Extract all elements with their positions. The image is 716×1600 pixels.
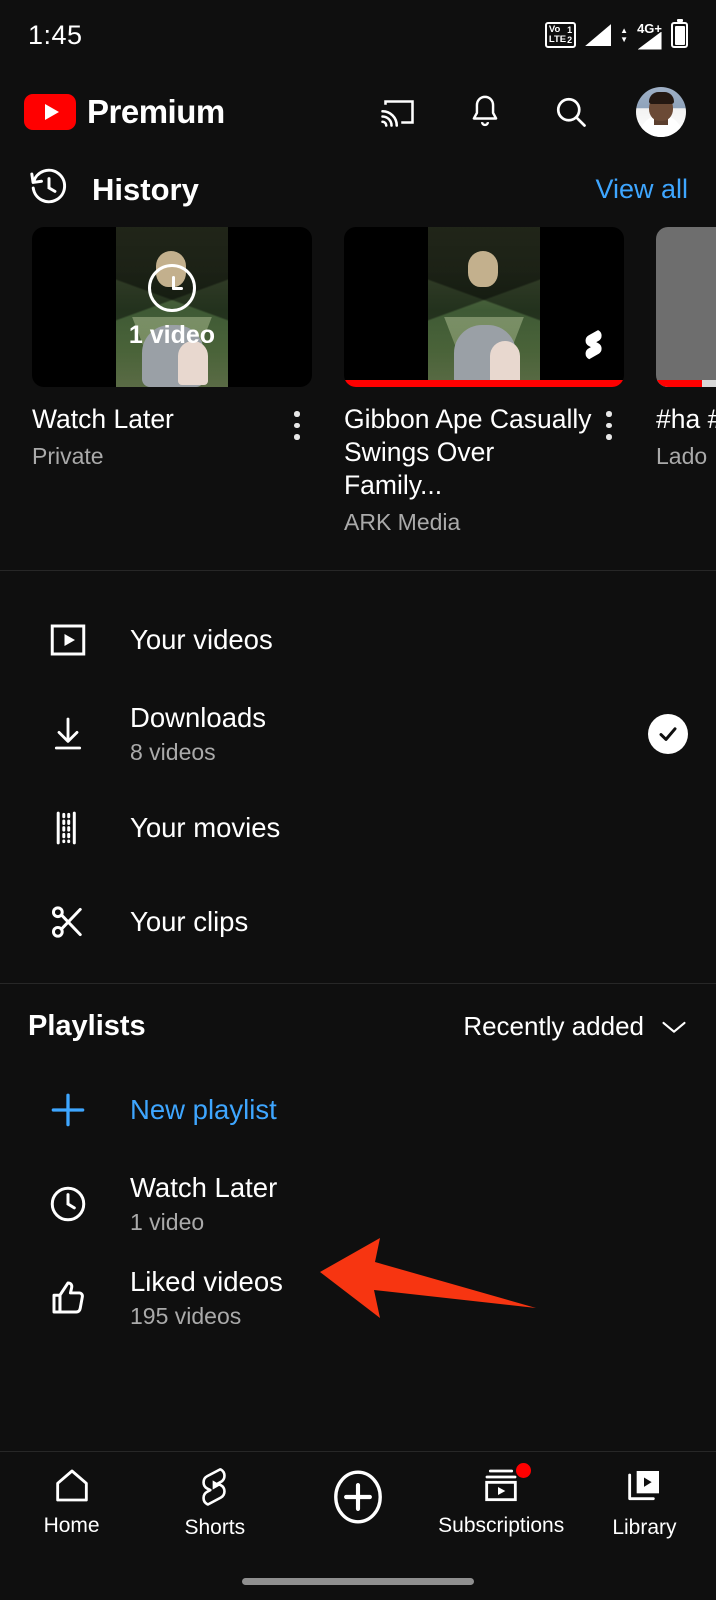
nav-item-shorts[interactable]: Shorts <box>143 1466 286 1540</box>
notification-badge <box>516 1463 531 1478</box>
history-clock-icon <box>28 166 70 213</box>
menu-item-label: Your videos <box>130 624 273 655</box>
signal-bars-icon-2 <box>638 32 662 50</box>
history-card-row[interactable]: 1 video Watch Later Private <box>0 227 716 536</box>
sim1-label: 1 <box>567 25 572 35</box>
nav-label: Home <box>44 1514 100 1538</box>
video-count-label: 1 video <box>129 321 215 350</box>
card-menu-icon[interactable] <box>282 403 312 470</box>
menu-item-label: Downloads <box>130 702 648 734</box>
film-strip-icon <box>28 807 108 849</box>
card-meta: Gibbon Ape Casually Swings Over Family..… <box>344 387 624 536</box>
check-circle-icon <box>648 714 688 754</box>
header-actions <box>378 87 692 137</box>
menu-item-your-clips[interactable]: Your clips <box>0 875 716 969</box>
playlist-label: Watch Later <box>130 1172 688 1204</box>
card-subtitle: Private <box>32 443 282 470</box>
nav-item-create[interactable] <box>286 1466 429 1528</box>
cast-icon[interactable] <box>378 91 420 133</box>
status-icons: Vo LTE 1 2 ▲▼ 4G+ <box>545 21 688 50</box>
shorts-icon <box>195 1466 235 1506</box>
create-plus-icon <box>327 1466 389 1528</box>
nav-item-library[interactable]: Library <box>573 1466 716 1540</box>
new-playlist-label: New playlist <box>130 1094 277 1125</box>
thumbs-up-icon <box>28 1277 108 1319</box>
card-meta: Watch Later Private <box>32 387 312 470</box>
card-thumbnail[interactable] <box>656 227 716 387</box>
card-title: #ha #po <box>656 403 716 436</box>
playlist-sort-dropdown[interactable]: Recently added <box>463 1011 688 1042</box>
card-subtitle: ARK Media <box>344 509 594 536</box>
card-meta: #ha #po Lado <box>656 387 716 470</box>
menu-item-label: Your clips <box>130 906 248 937</box>
scissors-icon <box>28 901 108 943</box>
history-card[interactable]: 1 video Watch Later Private <box>32 227 312 536</box>
bell-icon[interactable] <box>464 91 506 133</box>
status-time: 1:45 <box>28 20 83 51</box>
history-header: History View all <box>0 154 716 227</box>
youtube-premium-logo[interactable]: Premium <box>24 93 225 131</box>
card-title: Watch Later <box>32 403 282 436</box>
thumbnail-image <box>428 227 540 387</box>
status-bar: 1:45 Vo LTE 1 2 ▲▼ 4G+ <box>0 0 716 70</box>
battery-icon <box>671 22 688 48</box>
youtube-play-icon <box>24 94 76 130</box>
library-menu-list: Your videos Downloads 8 videos <box>0 571 716 977</box>
library-icon <box>624 1466 664 1506</box>
sim2-label: 2 <box>567 35 572 45</box>
home-icon <box>52 1466 92 1504</box>
app-header: Premium <box>0 70 716 154</box>
volte-bottom-label: LTE <box>549 35 566 45</box>
signal-bars-icon-1 <box>585 24 611 46</box>
avatar[interactable] <box>636 87 686 137</box>
playlists-title: Playlists <box>28 1010 146 1043</box>
playlist-label: Liked videos <box>130 1266 688 1298</box>
nav-item-subscriptions[interactable]: Subscriptions <box>430 1466 573 1538</box>
search-icon[interactable] <box>550 91 592 133</box>
watch-progress-bar <box>344 380 624 387</box>
video-box-icon <box>28 619 108 661</box>
chevron-down-icon <box>660 1018 688 1036</box>
menu-item-downloads[interactable]: Downloads 8 videos <box>0 687 716 781</box>
card-thumbnail[interactable] <box>344 227 624 387</box>
volte-icon: Vo LTE 1 2 <box>545 22 576 48</box>
clock-icon <box>148 264 196 312</box>
playlist-sublabel: 1 video <box>130 1209 688 1236</box>
playlist-sublabel: 195 videos <box>130 1303 688 1330</box>
history-card[interactable]: Gibbon Ape Casually Swings Over Family..… <box>344 227 624 536</box>
playlists-header: Playlists Recently added <box>0 984 716 1063</box>
nav-label: Library <box>612 1516 676 1540</box>
nav-item-home[interactable]: Home <box>0 1466 143 1538</box>
bottom-navigation: Home Shorts Subscriptions <box>0 1451 716 1600</box>
plus-icon <box>28 1088 108 1132</box>
history-card[interactable]: #ha #po Lado <box>656 227 716 536</box>
watch-progress-bar <box>656 380 716 387</box>
card-menu-icon[interactable] <box>594 403 624 536</box>
download-icon <box>28 713 108 755</box>
nav-label: Shorts <box>184 1516 245 1540</box>
new-playlist-button[interactable]: New playlist <box>0 1063 716 1157</box>
menu-item-label: Your movies <box>130 812 280 843</box>
menu-item-your-videos[interactable]: Your videos <box>0 593 716 687</box>
sort-label: Recently added <box>463 1011 644 1042</box>
brand-label: Premium <box>87 93 225 131</box>
card-thumbnail[interactable]: 1 video <box>32 227 312 387</box>
watch-later-overlay: 1 video <box>32 227 312 387</box>
playlist-item-watch-later[interactable]: Watch Later 1 video <box>0 1157 716 1251</box>
card-title: Gibbon Ape Casually Swings Over Family..… <box>344 403 594 502</box>
playlists-list: New playlist Watch Later 1 video Liked v… <box>0 1063 716 1353</box>
clock-icon <box>28 1183 108 1225</box>
menu-item-sublabel: 8 videos <box>130 739 648 766</box>
page-title: History <box>92 172 199 208</box>
menu-item-your-movies[interactable]: Your movies <box>0 781 716 875</box>
gesture-home-indicator[interactable] <box>0 1562 716 1600</box>
playlist-item-liked-videos[interactable]: Liked videos 195 videos <box>0 1251 716 1345</box>
view-all-link[interactable]: View all <box>595 174 688 205</box>
nav-label: Subscriptions <box>438 1514 564 1538</box>
data-transfer-icon: ▲▼ <box>620 27 628 43</box>
card-subtitle: Lado <box>656 443 716 470</box>
network-type-group: 4G+ <box>637 21 662 50</box>
shorts-icon <box>582 329 608 361</box>
